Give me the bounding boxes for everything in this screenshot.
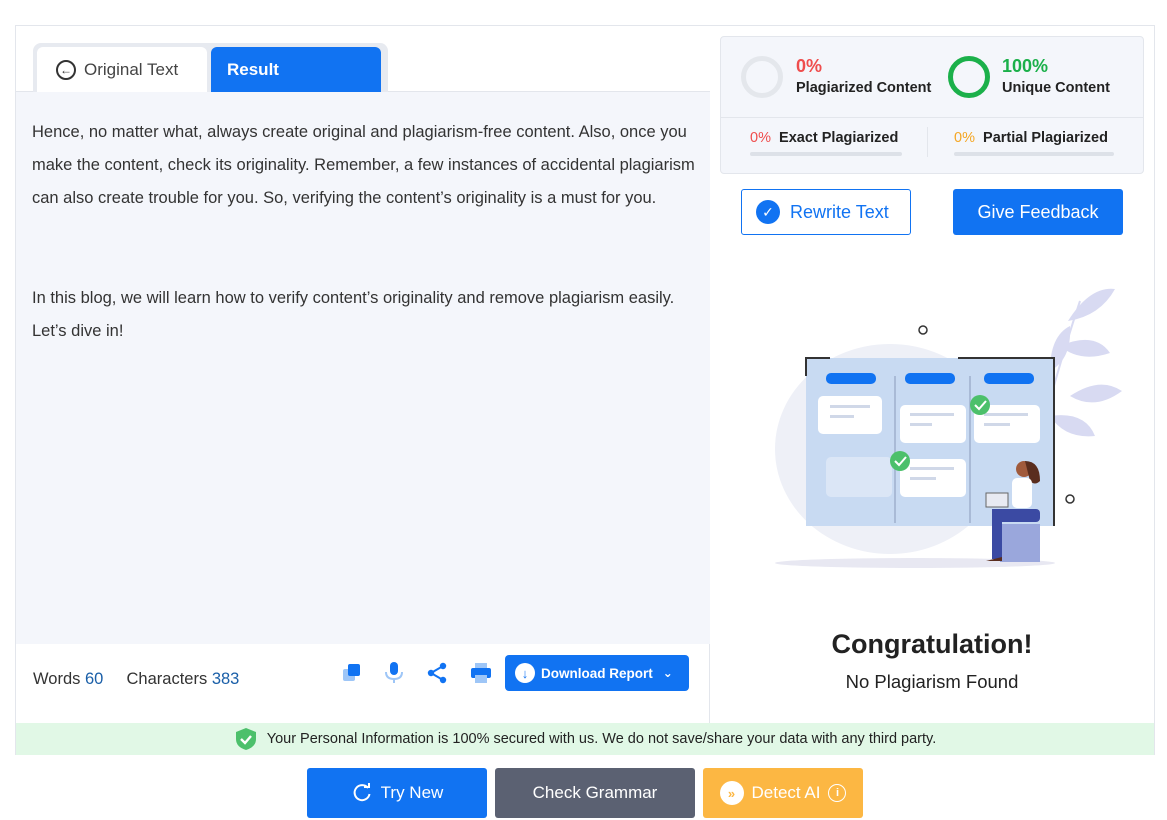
plagiarism-stats-card: 0% Plagiarized Content 100% Unique Conte…: [720, 36, 1144, 174]
print-icon[interactable]: [467, 659, 495, 687]
unique-ring-icon: [948, 56, 990, 98]
plagiarized-percent: 0%: [796, 56, 823, 76]
copy-icon[interactable]: [338, 659, 366, 687]
info-icon[interactable]: i: [828, 784, 847, 802]
try-new-label: Try New: [380, 783, 444, 802]
download-report-button[interactable]: ↓ Download Report ⌄: [505, 655, 689, 691]
microphone-icon[interactable]: [380, 659, 408, 687]
check-grammar-button[interactable]: Check Grammar: [495, 768, 695, 818]
tab-group: ← Original Text Result: [33, 43, 388, 93]
partial-percent: 0%: [954, 130, 975, 146]
give-feedback-button[interactable]: Give Feedback: [953, 189, 1123, 235]
plagiarism-checker-panel: ← Original Text Result Hence, no matter …: [15, 25, 1155, 755]
characters-count: 383: [211, 670, 240, 688]
plagiarized-label: Plagiarized Content: [796, 80, 932, 96]
result-paragraph-2: In this blog, we will learn how to verif…: [32, 289, 675, 340]
refresh-icon: [353, 783, 371, 802]
unique-percent: 100%: [1002, 56, 1049, 76]
download-icon: ↓: [515, 663, 535, 683]
partial-progress-bar: [954, 152, 1114, 156]
no-plagiarism-text: No Plagiarism Found: [845, 671, 1019, 692]
check-grammar-label: Check Grammar: [532, 783, 658, 802]
result-text-area[interactable]: Hence, no matter what, always create ori…: [16, 92, 710, 691]
words-count: 60: [84, 670, 104, 688]
congratulation-title: Congratulation!: [831, 629, 1033, 659]
tab-original-text[interactable]: ← Original Text: [37, 47, 207, 93]
try-new-button[interactable]: Try New: [307, 768, 487, 818]
rewrite-text-button[interactable]: ✓ Rewrite Text: [741, 189, 911, 235]
security-notice: Your Personal Information is 100% secure…: [16, 723, 1154, 755]
word-char-counts: Words 60 Characters 383: [33, 670, 239, 689]
exact-label: Exact Plagiarized: [779, 130, 899, 146]
result-paragraph-1: Hence, no matter what, always create ori…: [32, 123, 695, 207]
tab-result-label: Result: [227, 60, 279, 79]
rewrite-text-label: Rewrite Text: [790, 201, 889, 222]
detect-ai-button[interactable]: » Detect AI i: [703, 768, 863, 818]
security-text: Your Personal Information is 100% secure…: [266, 731, 937, 747]
stats-vertical-divider: [927, 127, 928, 157]
success-illustration: [775, 288, 1122, 568]
results-panel: 0% Plagiarized Content 100% Unique Conte…: [710, 26, 1154, 723]
partial-label: Partial Plagiarized: [983, 130, 1108, 146]
tab-result[interactable]: Result: [211, 47, 381, 93]
text-panel: ← Original Text Result Hence, no matter …: [16, 26, 710, 723]
exact-plagiarized: 0% Exact Plagiarized: [750, 130, 898, 146]
exact-percent: 0%: [750, 130, 771, 146]
characters-label: Characters: [126, 670, 208, 688]
checkmark-icon: ✓: [756, 200, 780, 224]
plagiarized-ring-icon: [741, 56, 783, 98]
give-feedback-label: Give Feedback: [977, 201, 1099, 222]
download-report-label: Download Report: [541, 665, 653, 681]
back-arrow-icon: ←: [56, 60, 76, 80]
unique-label: Unique Content: [1002, 80, 1110, 96]
stats-divider: [721, 117, 1143, 118]
share-icon[interactable]: [423, 659, 451, 687]
text-toolbar: Words 60 Characters 383 ↓ Download Repor…: [16, 640, 710, 710]
words-label: Words: [33, 670, 81, 688]
detect-ai-label: Detect AI: [751, 783, 821, 802]
double-chevron-icon: »: [719, 781, 744, 805]
shield-check-icon: [235, 728, 256, 750]
tab-bar: ← Original Text Result: [16, 26, 710, 93]
partial-plagiarized: 0% Partial Plagiarized: [954, 130, 1108, 146]
tab-original-label: Original Text: [84, 60, 179, 79]
chevron-down-icon: ⌄: [662, 666, 673, 680]
exact-progress-bar: [750, 152, 902, 156]
